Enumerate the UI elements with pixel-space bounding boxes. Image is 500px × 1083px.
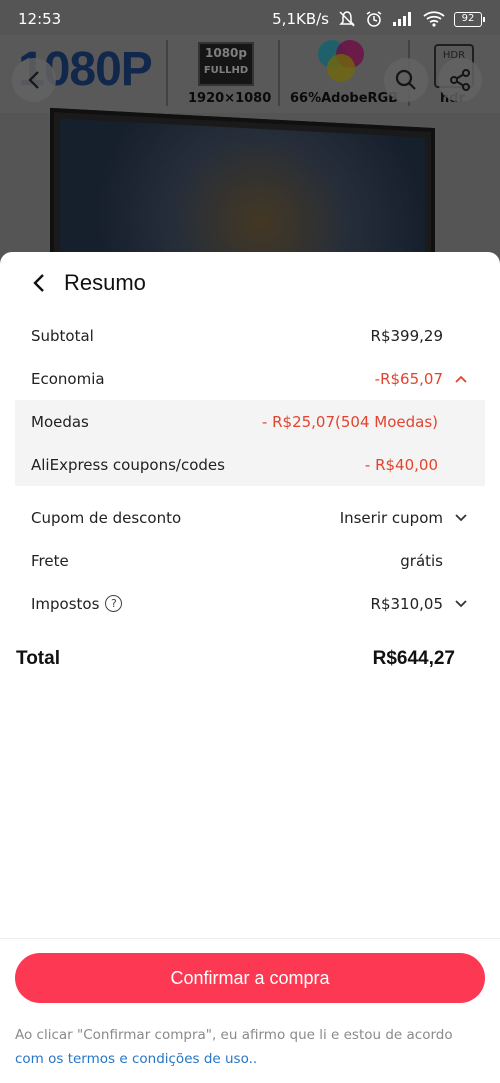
impostos-value: R$310,05	[370, 594, 443, 613]
economia-row[interactable]: Economia -R$65,07	[0, 357, 500, 400]
moedas-value: - R$25,07(504 Moedas)	[261, 412, 438, 431]
total-row: Total R$644,27	[0, 631, 500, 686]
wifi-icon	[423, 11, 445, 27]
summary-sheet: Resumo Subtotal R$399,29 Economia -R$65,…	[0, 252, 500, 1083]
battery-icon: 92	[454, 11, 485, 27]
mute-icon	[339, 11, 355, 27]
signal-icon	[393, 12, 411, 26]
coupons-value: - R$40,00	[364, 455, 438, 474]
cupom-value[interactable]: Inserir cupom	[340, 509, 443, 527]
legal-text: Ao clicar "Confirmar compra", eu afirmo …	[15, 1027, 453, 1043]
sheet-footer: Confirmar a compra Ao clicar "Confirmar …	[0, 938, 500, 1083]
status-time: 12:53	[18, 10, 62, 28]
status-bar: 12:53 5,1KB/s 92	[0, 0, 500, 38]
alarm-icon	[366, 11, 382, 27]
back-button[interactable]	[26, 270, 52, 296]
terms-link[interactable]: com os termos e condições de uso..	[15, 1051, 257, 1067]
economia-label: Economia	[31, 369, 105, 388]
total-value: R$644,27	[372, 647, 455, 669]
frete-label: Frete	[31, 551, 69, 570]
network-speed: 5,1KB/s	[272, 10, 329, 28]
moedas-label: Moedas	[31, 412, 89, 431]
total-label: Total	[16, 647, 60, 669]
chevron-down-icon[interactable]	[453, 513, 469, 523]
legal-notice: Ao clicar "Confirmar compra", eu afirmo …	[15, 1023, 485, 1071]
chevron-down-icon[interactable]	[453, 599, 469, 609]
impostos-label-wrap: Impostos ?	[31, 595, 371, 613]
cupom-label: Cupom de desconto	[31, 508, 182, 527]
sheet-title: Resumo	[64, 270, 146, 295]
subtotal-row: Subtotal R$399,29	[0, 314, 500, 357]
subtotal-value: R$399,29	[370, 326, 443, 345]
subtotal-label: Subtotal	[31, 326, 94, 345]
sheet-header: Resumo	[0, 252, 500, 314]
moedas-row: Moedas - R$25,07(504 Moedas)	[15, 400, 485, 443]
economia-details: Moedas - R$25,07(504 Moedas) AliExpress …	[15, 400, 485, 486]
impostos-label: Impostos	[31, 594, 100, 613]
confirm-purchase-button[interactable]: Confirmar a compra	[15, 953, 485, 1003]
frete-value: grátis	[400, 551, 443, 570]
chevron-left-icon	[33, 274, 44, 292]
frete-row: Frete grátis	[0, 539, 500, 582]
economia-value: -R$65,07	[374, 369, 443, 388]
cupom-row[interactable]: Cupom de desconto Inserir cupom	[0, 496, 500, 539]
modal-scrim[interactable]	[0, 0, 500, 270]
coupons-row: AliExpress coupons/codes - R$40,00	[15, 443, 485, 486]
product-background: 1080P 1080p FULLHD 1920×1080 66%AdobeRGB…	[0, 0, 500, 270]
coupons-label: AliExpress coupons/codes	[31, 455, 225, 474]
chevron-up-icon[interactable]	[453, 374, 469, 384]
question-circle-icon[interactable]: ?	[105, 595, 123, 612]
impostos-row[interactable]: Impostos ? R$310,05	[0, 582, 500, 625]
